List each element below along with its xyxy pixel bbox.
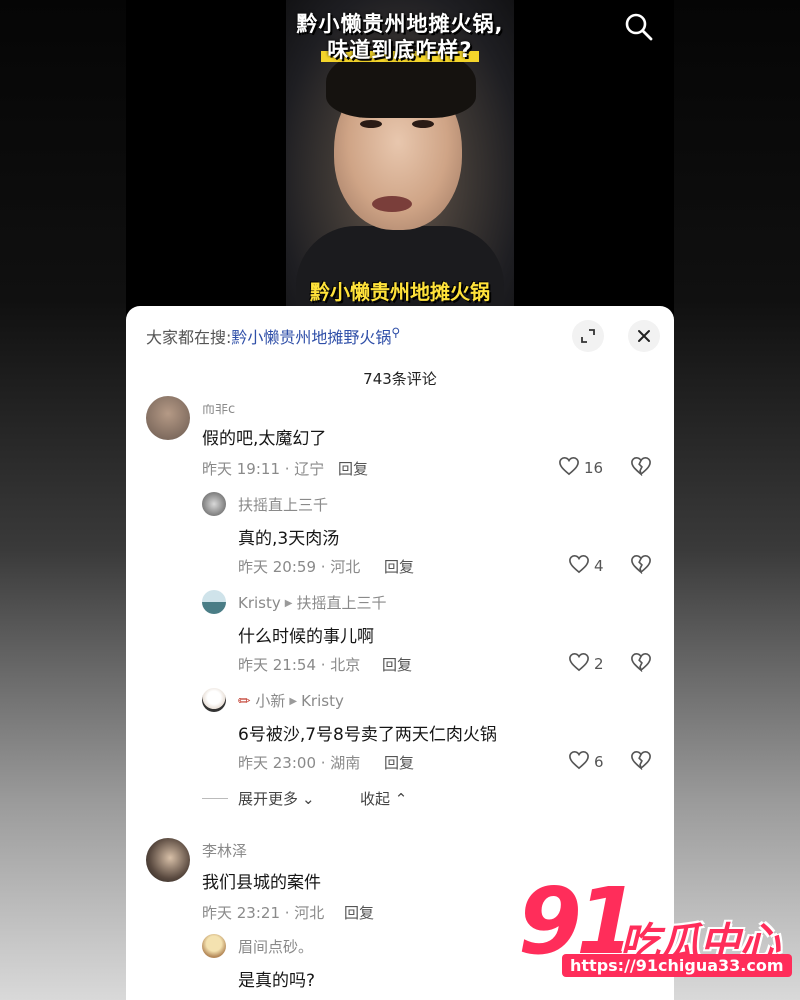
heart-icon <box>558 456 580 480</box>
person-mouth <box>372 196 412 212</box>
comment-text: 什么时候的事儿啊 <box>238 627 374 647</box>
avatar[interactable] <box>202 688 226 712</box>
phone-screen: 黔小懒贵州地摊火锅, 味道到底咋样? 黔小懒贵州地摊火锅 大家都在搜:黔小懒贵州… <box>126 0 674 1000</box>
comment-username[interactable]: ✏ 小新 ▶ Kristy <box>238 690 344 711</box>
small-search-icon: ⚲ <box>391 325 401 340</box>
like-button[interactable]: 4 <box>568 554 604 578</box>
background-right <box>674 0 800 1000</box>
comment-text: 是真的吗? <box>238 971 316 991</box>
chevron-up-icon: ⌃ <box>394 790 408 808</box>
watermark-url: https://91chigua33.com <box>562 954 792 977</box>
expand-more-label: 展开更多 <box>238 790 299 808</box>
avatar[interactable] <box>146 396 190 440</box>
search-icon[interactable] <box>624 12 654 42</box>
comment-meta: 昨天 21:54 · 北京 <box>238 656 361 674</box>
comment-meta: 昨天 23:21 · 河北 <box>202 904 325 922</box>
avatar[interactable] <box>202 934 226 958</box>
avatar[interactable] <box>202 590 226 614</box>
chevron-down-icon: ⌄ <box>302 789 315 808</box>
like-button[interactable]: 6 <box>568 750 604 774</box>
video-title-line2: 味道到底咋样? <box>126 34 674 64</box>
person-eye-left <box>360 120 382 128</box>
pencil-icon: ✏ <box>238 692 251 710</box>
comment-username[interactable]: Kristy ▶ 扶摇直上三千 <box>238 592 386 613</box>
expand-icon[interactable] <box>572 320 604 352</box>
comment-text: 假的吧,太魔幻了 <box>202 429 327 449</box>
collapse-label: 收起 <box>360 790 391 808</box>
reply-arrow-icon: ▶ <box>289 696 298 707</box>
reply-button[interactable]: 回复 <box>384 556 414 577</box>
collapse-button[interactable]: 收起 ⌃ <box>360 788 407 809</box>
comment-username[interactable]: 李林泽 <box>202 840 247 861</box>
reply-button[interactable]: 回复 <box>338 458 368 479</box>
comment-text: 真的,3天肉汤 <box>238 529 340 549</box>
like-count: 4 <box>594 557 604 575</box>
close-icon[interactable] <box>628 320 660 352</box>
comment-username[interactable]: 而非c <box>202 404 235 417</box>
reply-arrow-icon: ▶ <box>284 598 293 609</box>
broken-heart-icon[interactable] <box>630 554 652 578</box>
comment-meta: 昨天 19:11 · 辽宁 <box>202 460 325 478</box>
expand-more-button[interactable]: 展开更多 ⌄ <box>202 788 315 809</box>
like-count: 16 <box>584 459 604 477</box>
comment-username[interactable]: 扶摇直上三千 <box>238 494 328 515</box>
trending-search-prefix: 大家都在搜: <box>146 328 232 347</box>
avatar[interactable] <box>146 838 190 882</box>
comment-username[interactable]: 眉间点砂。 <box>238 936 313 957</box>
broken-heart-icon[interactable] <box>630 456 652 480</box>
like-button[interactable]: 2 <box>568 652 604 676</box>
video-player[interactable]: 黔小懒贵州地摊火锅, 味道到底咋样? 黔小懒贵州地摊火锅 <box>126 0 674 320</box>
comment-text: 6号被沙,7号8号卖了两天仁肉火锅 <box>238 725 497 745</box>
like-count: 2 <box>594 655 604 673</box>
heart-icon <box>568 554 590 578</box>
reply-button[interactable]: 回复 <box>382 654 412 675</box>
trending-search-keyword[interactable]: 黔小懒贵州地摊野火锅 <box>231 328 391 347</box>
person-eye-right <box>412 120 434 128</box>
heart-icon <box>568 652 590 676</box>
divider-line <box>202 798 228 799</box>
comment-count: 743条评论 <box>363 370 437 388</box>
like-button[interactable]: 16 <box>558 456 603 480</box>
watermark-logo: 91 吃瓜中心 https://91chigua33.com <box>510 868 800 1000</box>
comment-meta: 昨天 23:00 · 湖南 <box>238 754 361 772</box>
reply-button[interactable]: 回复 <box>344 902 374 923</box>
video-subtitle: 黔小懒贵州地摊火锅 <box>310 280 490 304</box>
comment-text: 我们县城的案件 <box>202 873 321 893</box>
comment-meta: 昨天 20:59 · 河北 <box>238 558 361 576</box>
broken-heart-icon[interactable] <box>630 750 652 774</box>
background-left <box>0 0 126 1000</box>
like-count: 6 <box>594 753 604 771</box>
trending-search[interactable]: 大家都在搜:黔小懒贵州地摊野火锅⚲ <box>146 324 400 348</box>
reply-button[interactable]: 回复 <box>384 752 414 773</box>
heart-icon <box>568 750 590 774</box>
broken-heart-icon[interactable] <box>630 652 652 676</box>
avatar[interactable] <box>202 492 226 516</box>
